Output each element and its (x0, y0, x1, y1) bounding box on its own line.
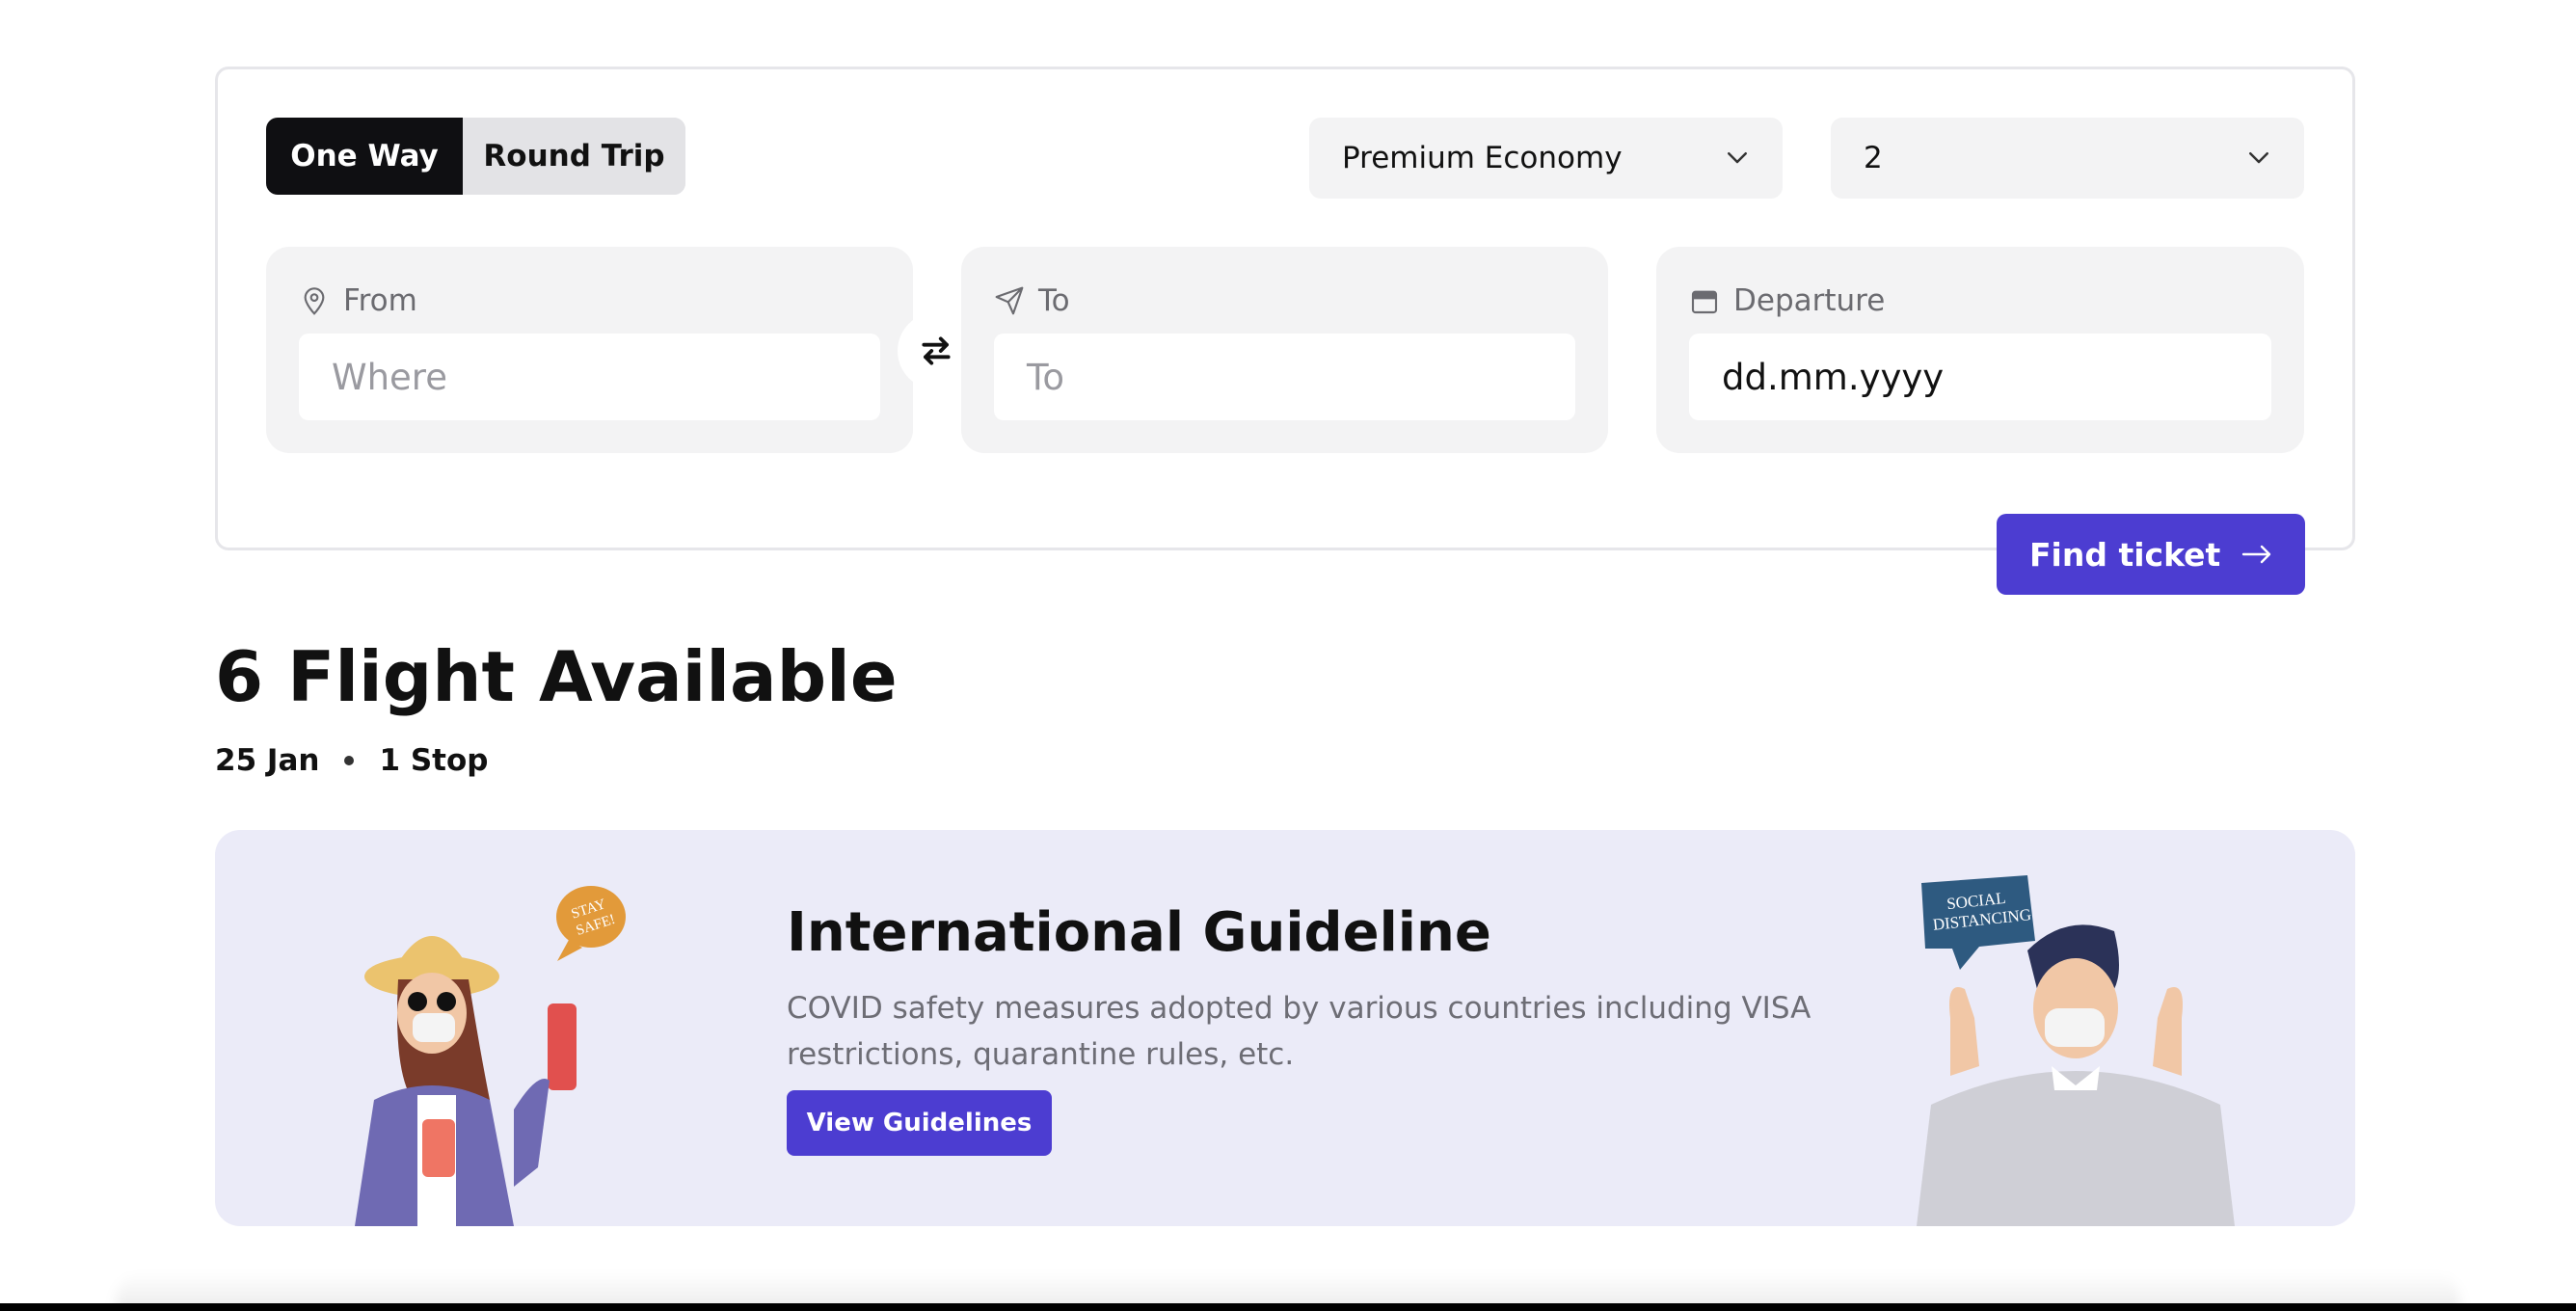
location-pin-icon (304, 287, 325, 315)
cabin-class-select[interactable]: Premium Economy (1309, 118, 1783, 199)
calendar-icon (1691, 290, 1718, 314)
swap-icon (922, 336, 951, 365)
cabin-class-value: Premium Economy (1342, 141, 1623, 175)
arrow-right-icon (2241, 545, 2271, 564)
find-ticket-label: Find ticket (2029, 535, 2221, 574)
trip-type-toggle: One Way Round Trip (266, 118, 685, 195)
woman-traveler-illustration: STAY SAFE! (355, 886, 626, 1226)
guideline-banner: STAY SAFE! International Guideline COVID… (215, 830, 2355, 1226)
to-label-row: To (994, 283, 1070, 318)
results-date: 25 Jan (215, 743, 320, 778)
man-thumbs-up-illustration: SOCIAL DISTANCING (1917, 875, 2235, 1226)
one-way-tab[interactable]: One Way (266, 118, 463, 195)
from-label: From (343, 283, 417, 318)
send-icon (995, 286, 1024, 315)
view-guidelines-button[interactable]: View Guidelines (787, 1090, 1052, 1156)
passenger-count-select[interactable]: 2 (1831, 118, 2304, 199)
round-trip-tab[interactable]: Round Trip (463, 118, 685, 195)
from-placeholder: Where (332, 356, 447, 398)
departure-value: dd.mm.yyyy (1722, 356, 1945, 398)
find-ticket-button[interactable]: Find ticket (1997, 514, 2305, 595)
to-label: To (1038, 283, 1070, 318)
guideline-title: International Guideline (787, 901, 1491, 964)
to-field-group: To To (961, 247, 1608, 453)
chevron-down-icon (2249, 152, 2268, 164)
to-input[interactable]: To (994, 334, 1575, 420)
results-title: 6 Flight Available (215, 636, 898, 717)
results-stops: 1 Stop (379, 743, 489, 778)
departure-date-input[interactable]: dd.mm.yyyy (1689, 334, 2271, 420)
from-field-group: From Where (266, 247, 913, 453)
departure-field-group: Departure dd.mm.yyyy (1656, 247, 2304, 453)
departure-label-row: Departure (1689, 283, 1885, 318)
from-label-row: From (299, 283, 417, 318)
results-meta: 25 Jan 1 Stop (215, 743, 488, 778)
guideline-description: COVID safety measures adopted by various… (787, 991, 1811, 1072)
window-bottom-edge (0, 1303, 2576, 1311)
departure-label: Departure (1733, 283, 1886, 318)
from-input[interactable]: Where (299, 334, 880, 420)
to-placeholder: To (1027, 356, 1064, 398)
separator-dot (344, 756, 355, 765)
chevron-down-icon (1728, 152, 1747, 164)
passenger-count-value: 2 (1864, 141, 1883, 175)
